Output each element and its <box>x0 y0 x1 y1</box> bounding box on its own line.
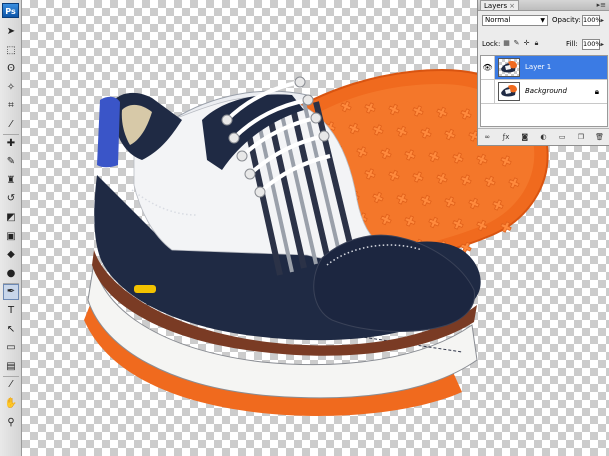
lasso-tool-icon[interactable]: ʘ <box>3 61 19 77</box>
opacity-label: Opacity: <box>552 16 581 24</box>
visibility-toggle[interactable] <box>481 80 495 103</box>
hand-tool-icon[interactable]: ✋ <box>3 396 19 412</box>
lock-icon: 🔒︎ <box>594 87 599 96</box>
layer-list: 👁︎ Layer 1 Background 🔒︎ <box>480 55 608 127</box>
history-brush-tool-icon[interactable]: ↺ <box>3 191 19 207</box>
layer-row-layer-1[interactable]: 👁︎ Layer 1 <box>481 56 607 80</box>
eraser-tool-icon[interactable]: ◩ <box>3 210 19 226</box>
tab-layers-label: Layers <box>484 2 508 10</box>
layer-name[interactable]: Background <box>525 80 567 103</box>
fill-input[interactable]: 100% <box>582 39 602 50</box>
zoom-tool-icon[interactable]: ⚲ <box>3 415 19 431</box>
healing-brush-tool-icon[interactable]: ✚ <box>3 136 19 152</box>
clone-stamp-tool-icon[interactable]: ♜ <box>3 173 19 189</box>
opacity-slider-icon[interactable]: ▸ <box>601 15 604 26</box>
move-tool-icon[interactable]: ➤ <box>3 24 19 40</box>
adjustment-layer-icon[interactable]: ◐ <box>537 133 549 141</box>
crop-tool-icon[interactable]: ⌗ <box>3 98 19 114</box>
lock-all-icon[interactable]: 🔒︎ <box>532 39 541 48</box>
blend-mode-value: Normal <box>485 16 511 24</box>
eyedropper-tool-icon[interactable]: ⁄ <box>3 117 19 133</box>
magic-wand-tool-icon[interactable]: ✧ <box>3 80 19 96</box>
eyedropper2-tool-icon[interactable]: ⁄ <box>3 377 19 393</box>
gradient-tool-icon[interactable]: ▣ <box>3 229 19 245</box>
chevron-down-icon: ▼ <box>540 17 545 24</box>
link-layers-icon[interactable]: ∞ <box>481 133 493 141</box>
lock-transparency-icon[interactable]: ▦ <box>502 39 511 48</box>
layer-thumbnail <box>498 58 520 77</box>
blend-opacity-row: Normal ▼ Opacity: 100% ▸ <box>478 11 609 29</box>
panel-tab-bar: Layers × ▸≡ <box>478 0 609 11</box>
lock-position-icon[interactable]: ✛ <box>522 39 531 48</box>
tab-layers[interactable]: Layers × <box>480 0 520 10</box>
blend-mode-select[interactable]: Normal ▼ <box>482 15 548 26</box>
lock-fill-row: Lock: ▦ ✎ ✛ 🔒︎ Fill: 100% ▸ <box>478 35 609 53</box>
layers-panel: Layers × ▸≡ Normal ▼ Opacity: 100% ▸ Lock… <box>477 0 609 146</box>
path-selection-tool-icon[interactable]: ↖ <box>3 322 19 338</box>
pen-tool-icon[interactable]: ✒ <box>3 284 19 301</box>
layer-mask-icon[interactable]: ◙ <box>519 133 531 141</box>
fill-label: Fill: <box>566 40 578 48</box>
layers-panel-footer: ∞ ƒx ◙ ◐ ▭ ❐ 🗑︎ <box>478 128 609 145</box>
layer-row-background[interactable]: Background 🔒︎ <box>481 80 607 104</box>
fill-slider-icon[interactable]: ▸ <box>601 39 604 50</box>
lock-pixels-icon[interactable]: ✎ <box>512 39 521 48</box>
layer-style-icon[interactable]: ƒx <box>500 133 512 141</box>
shape-tool-icon[interactable]: ▭ <box>3 340 19 356</box>
marquee-tool-icon[interactable]: ⬚ <box>3 43 19 59</box>
panel-menu-icon[interactable]: ▸≡ <box>597 0 606 10</box>
blur-tool-icon[interactable]: ◆ <box>3 247 19 263</box>
lock-label: Lock: <box>482 40 501 48</box>
type-tool-icon[interactable]: T <box>3 303 19 319</box>
layer-name[interactable]: Layer 1 <box>525 56 551 79</box>
brush-tool-icon[interactable]: ✎ <box>3 154 19 170</box>
trash-icon[interactable]: 🗑︎ <box>594 133 606 141</box>
close-icon[interactable]: × <box>509 2 515 10</box>
dodge-tool-icon[interactable]: ● <box>3 266 19 282</box>
new-layer-icon[interactable]: ❐ <box>575 133 587 141</box>
vibram-logo <box>134 285 156 293</box>
new-group-icon[interactable]: ▭ <box>556 133 568 141</box>
layer-thumbnail <box>498 82 520 101</box>
photoshop-logo[interactable]: Ps <box>2 3 19 18</box>
opacity-input[interactable]: 100% <box>582 15 602 26</box>
notes-tool-icon[interactable]: ▤ <box>3 359 19 375</box>
eye-icon[interactable]: 👁︎ <box>481 56 495 79</box>
tools-panel: Ps ➤ ⬚ ʘ ✧ ⌗ ⁄ ✚ ✎ ♜ ↺ ◩ ▣ ◆ ● ✒ T ↖ ▭ ▤ ⁄ ✋ ⚲ <box>0 0 22 456</box>
